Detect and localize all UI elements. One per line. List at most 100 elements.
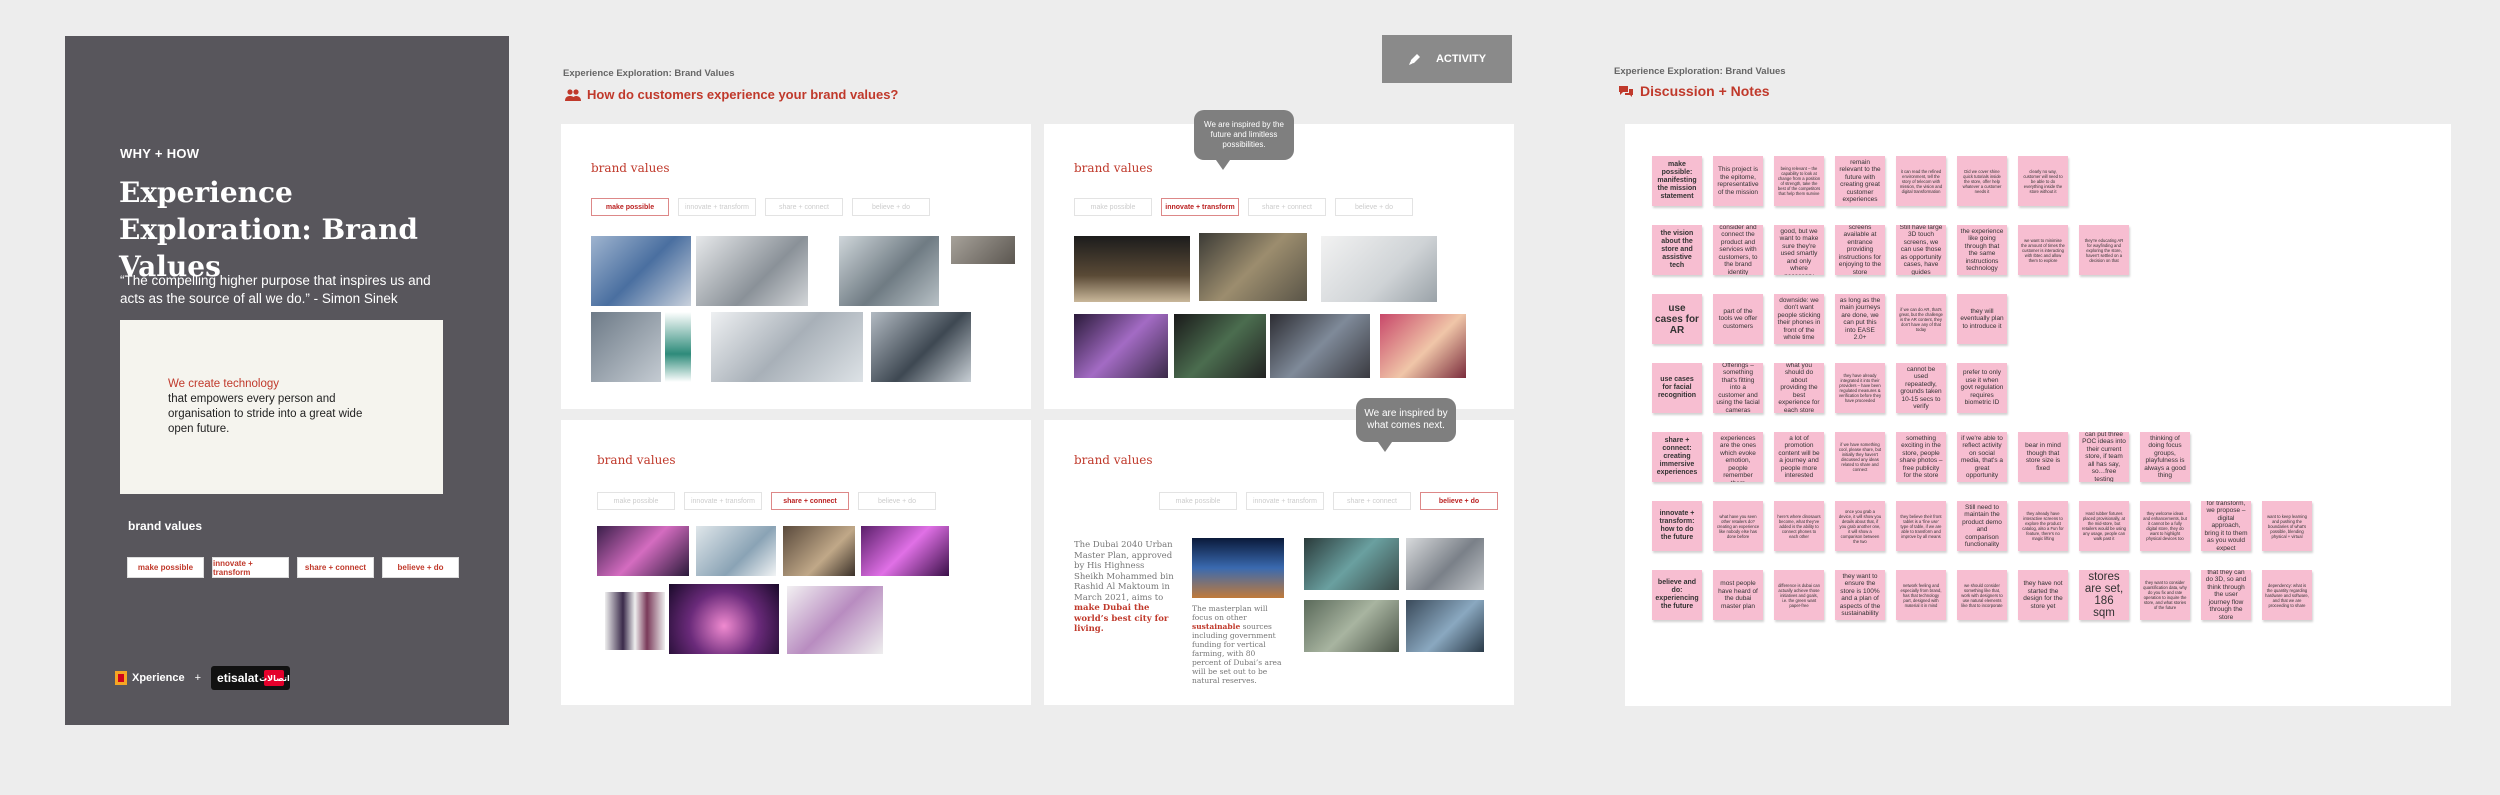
sticky-note[interactable]: remain relevant to the future with creat… — [1835, 156, 1885, 206]
sticky-note[interactable]: Did we cover shine quick tutorials insid… — [1957, 156, 2007, 206]
pill-innovate-transform[interactable]: innovate + transform — [212, 557, 289, 578]
activity-button[interactable]: ACTIVITY — [1382, 35, 1512, 83]
sticky-note[interactable]: cannot be used repeatedly, grounds taken… — [1896, 363, 1946, 413]
etisalat-mark-icon: اتصالات — [259, 670, 290, 686]
etisalat-logo: etisalat اتصالات — [211, 666, 291, 690]
sticky-note[interactable]: stores are set, 186 sqm — [2079, 570, 2129, 620]
photo-dubai-skyline — [1192, 538, 1284, 598]
photo-tech-hall — [1406, 600, 1484, 652]
photo-purple-hall — [1074, 314, 1168, 378]
sticky-row-label[interactable]: innovate + transform: how to do the futu… — [1652, 501, 1702, 551]
sticky-note[interactable]: part of the tools we offer customers — [1713, 294, 1763, 344]
sticky-note[interactable]: Offerings – something that's fitting int… — [1713, 363, 1763, 413]
sticky-note[interactable]: a lot of promotion content will be a jou… — [1774, 432, 1824, 482]
pill-believe-do[interactable]: believe + do — [858, 492, 936, 510]
section-heading-text: How do customers experience your brand v… — [587, 87, 899, 102]
sticky-note[interactable]: Hard rubber fixtures placed provisionall… — [2079, 501, 2129, 551]
card-title: brand values — [1074, 453, 1153, 467]
sticky-note[interactable]: they believe their front tablet is a 'fi… — [1896, 501, 1946, 551]
pill-make-possible[interactable]: make possible — [127, 557, 204, 578]
photo-mobile-pay — [871, 312, 971, 382]
sticky-note[interactable]: difference is dubai can actually achieve… — [1774, 570, 1824, 620]
sticky-note[interactable]: can put three POC ideas into their curre… — [2079, 432, 2129, 482]
sticky-note[interactable]: immersive experiences are the ones which… — [1713, 432, 1763, 482]
photo-portrait — [1380, 314, 1466, 378]
pill-share-connect[interactable]: share + connect — [297, 557, 374, 578]
pill-share-connect[interactable]: share + connect — [765, 198, 843, 216]
sticky-note[interactable]: they want to consider quantification dat… — [2140, 570, 2190, 620]
sticky-note[interactable]: if we can do AR, that's great, but the c… — [1896, 294, 1946, 344]
sticky-note[interactable]: for transform, we propose – digital appr… — [2201, 501, 2251, 551]
sticky-note[interactable]: bear in mind though that store size is f… — [2018, 432, 2068, 482]
sticky-note[interactable]: we want to minimise the amount of times … — [2018, 225, 2068, 275]
sticky-note[interactable]: they already have interactive screens to… — [2018, 501, 2068, 551]
pill-share-connect[interactable]: share + connect — [1333, 492, 1411, 510]
card-title: brand values — [1074, 161, 1153, 175]
sticky-row-label[interactable]: use cases for facial recognition — [1652, 363, 1702, 413]
sticky-row-label[interactable]: use cases for AR — [1652, 294, 1702, 344]
logo-row: Xperience + etisalat اتصالات — [115, 666, 291, 690]
pill-share-connect[interactable]: share + connect — [1248, 198, 1326, 216]
sticky-note[interactable]: once you grab a device, it will show you… — [1835, 501, 1885, 551]
sticky-note[interactable]: Still have large 3D touch screens, we ca… — [1896, 225, 1946, 275]
sticky-note[interactable]: prefer to only use it when govt regulati… — [1957, 363, 2007, 413]
sticky-note[interactable]: they have already integrated it into the… — [1835, 363, 1885, 413]
photo-rings — [669, 584, 779, 654]
sticky-note[interactable]: they will eventually plan to introduce i… — [1957, 294, 2007, 344]
pill-innovate-transform[interactable]: innovate + transform — [1161, 198, 1239, 216]
pill-make-possible[interactable]: make possible — [1074, 198, 1152, 216]
pill-believe-do[interactable]: believe + do — [1420, 492, 1498, 510]
sticky-note[interactable]: This project is the epitome, representat… — [1713, 156, 1763, 206]
sticky-note[interactable]: being relevant – the capability to look … — [1774, 156, 1824, 206]
sticky-note[interactable]: network feeling and especially from bran… — [1896, 570, 1946, 620]
sticky-note[interactable]: what you should do about providing the b… — [1774, 363, 1824, 413]
sticky-note[interactable]: that they can do 3D, so and think throug… — [2201, 570, 2251, 620]
sticky-note[interactable]: dependency: what is the quantity regardi… — [2262, 570, 2312, 620]
sticky-note[interactable]: something exciting in the store, people … — [1896, 432, 1946, 482]
sticky-note[interactable]: they have not started the design for the… — [2018, 570, 2068, 620]
sticky-note[interactable]: Still need to maintain the product demo … — [1957, 501, 2007, 551]
sticky-note[interactable]: the experience like going through that t… — [1957, 225, 2007, 275]
breadcrumb-right: Experience Exploration: Brand Values — [1614, 66, 1786, 77]
sticky-row-label[interactable]: the vision about the store and assistive… — [1652, 225, 1702, 275]
sticky-note[interactable]: they welcome ideas and enhancements, but… — [2140, 501, 2190, 551]
discussion-heading-text: Discussion + Notes — [1640, 83, 1770, 99]
sticky-note[interactable]: as long as the main journeys are done, w… — [1835, 294, 1885, 344]
sticky-note[interactable]: most people have heard of the dubai mast… — [1713, 570, 1763, 620]
photo-aquarium — [1304, 538, 1399, 590]
photo-interior — [1199, 233, 1307, 301]
photo-gallery — [1406, 538, 1484, 590]
sticky-note[interactable]: here's where dinosaurs become, what they… — [1774, 501, 1824, 551]
sticky-note[interactable]: they want to ensure the store is 100% an… — [1835, 570, 1885, 620]
sticky-note[interactable]: it can read the refined environment, tel… — [1896, 156, 1946, 206]
sticky-note[interactable]: screens available at entrance providing … — [1835, 225, 1885, 275]
sticky-note[interactable]: clearly no way, customer will need to be… — [2018, 156, 2068, 206]
pill-believe-do[interactable]: believe + do — [852, 198, 930, 216]
sticky-row-label[interactable]: believe and do: experiencing the future — [1652, 570, 1702, 620]
sticky-row-label[interactable]: share + connect: creating immersive expe… — [1652, 432, 1702, 482]
sticky-note[interactable]: if we're able to reflect activity on soc… — [1957, 432, 2007, 482]
sticky-note[interactable]: screens are good, but we want to make su… — [1774, 225, 1824, 275]
sticky-note[interactable]: downside: we don't want people sticking … — [1774, 294, 1824, 344]
pencil-icon — [1408, 54, 1420, 65]
sticky-note[interactable]: consider and connect the product and ser… — [1713, 225, 1763, 275]
pill-make-possible[interactable]: make possible — [597, 492, 675, 510]
sticky-note[interactable]: they're educating AR for wayfinding and … — [2079, 225, 2129, 275]
card-share-connect: brand values make possible innovate + tr… — [561, 420, 1031, 705]
sticky-note[interactable]: thinking of doing focus groups, playfuln… — [2140, 432, 2190, 482]
pill-believe-do[interactable]: believe + do — [1335, 198, 1413, 216]
pill-believe-do[interactable]: believe + do — [382, 557, 459, 578]
sticky-row-label[interactable]: make possible: manifesting the mission s… — [1652, 156, 1702, 206]
sticky-note[interactable]: want to keep learning and pushing the bo… — [2262, 501, 2312, 551]
pill-innovate-transform[interactable]: innovate + transform — [684, 492, 762, 510]
pill-make-possible[interactable]: make possible — [591, 198, 669, 216]
pill-innovate-transform[interactable]: innovate + transform — [678, 198, 756, 216]
sticky-note[interactable]: we should consider something like that, … — [1957, 570, 2007, 620]
xperience-logo: Xperience — [115, 671, 185, 685]
sticky-note[interactable]: what have you seen other retailers do? c… — [1713, 501, 1763, 551]
pill-make-possible[interactable]: make possible — [1159, 492, 1237, 510]
pill-share-connect[interactable]: share + connect — [771, 492, 849, 510]
pill-innovate-transform[interactable]: innovate + transform — [1246, 492, 1324, 510]
photo-lobby — [696, 526, 776, 576]
sticky-note[interactable]: if we have something cool, please share,… — [1835, 432, 1885, 482]
